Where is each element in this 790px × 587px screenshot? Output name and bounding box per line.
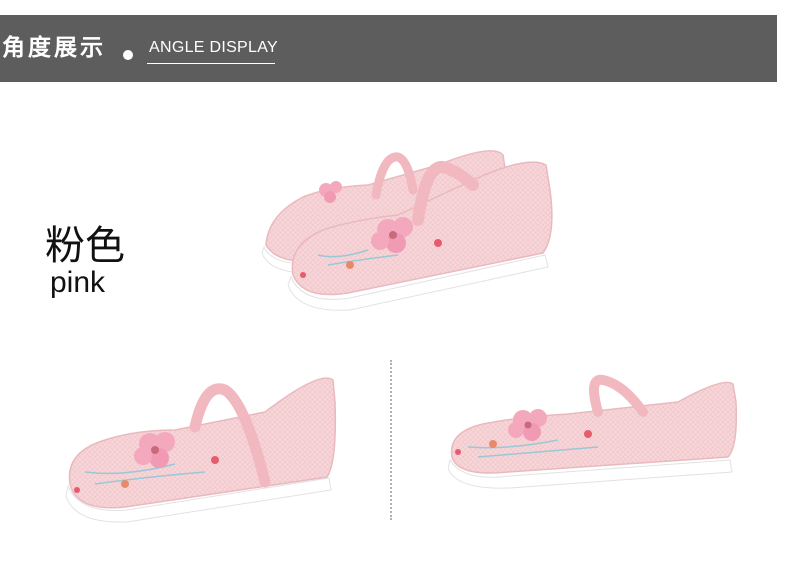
dotted-divider xyxy=(390,360,392,520)
bullet-dot-icon xyxy=(123,50,133,60)
shoe-pair-photo xyxy=(261,150,553,311)
title-underline xyxy=(147,63,275,64)
shoe-side-view-photo xyxy=(65,377,337,523)
color-name-chinese: 粉色 xyxy=(45,223,125,269)
section-title-english: ANGLE DISPLAY xyxy=(149,39,278,56)
section-header-bar xyxy=(0,15,777,82)
color-name-english: pink xyxy=(50,266,106,299)
shoe-side-view-photo-2 xyxy=(448,374,738,489)
section-title-chinese: 角度展示 xyxy=(2,35,106,61)
